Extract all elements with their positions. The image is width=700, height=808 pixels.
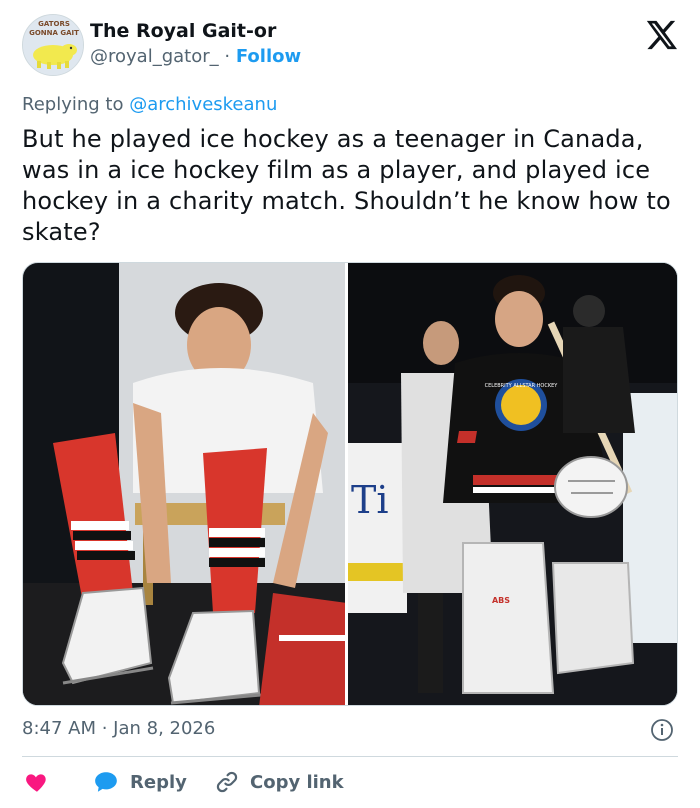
tweet-header: GATORS GONNA GAIT The Royal Gait-or @roy… bbox=[22, 14, 680, 78]
copy-link-button[interactable]: Copy link bbox=[214, 766, 344, 798]
tweet-text: But he played ice hockey as a teenager i… bbox=[22, 125, 671, 246]
reply-label: Reply bbox=[130, 771, 187, 793]
media-illustration: Ti CELEBRITY ALLSTAR HOCKEY ABS bbox=[23, 263, 677, 705]
replying-to: Replying to @archiveskeanu bbox=[22, 94, 277, 115]
heart-icon bbox=[26, 774, 46, 792]
x-logo-icon[interactable] bbox=[644, 18, 678, 52]
name-block: The Royal Gait-or @royal_gator_ · Follow bbox=[90, 20, 301, 67]
tweet-actions: Reply Copy link bbox=[22, 766, 678, 798]
rink-sign-text: Ti bbox=[351, 478, 389, 522]
tweet-timestamp[interactable]: 8:47 AM · Jan 8, 2026 bbox=[22, 718, 215, 739]
avatar[interactable]: GATORS GONNA GAIT bbox=[22, 14, 84, 76]
avatar-text: GATORS GONNA GAIT bbox=[29, 20, 79, 37]
replying-prefix: Replying to bbox=[22, 94, 130, 115]
pad-text: ABS bbox=[492, 596, 510, 605]
reply-button[interactable]: Reply bbox=[92, 766, 187, 798]
follow-button[interactable]: Follow bbox=[236, 46, 301, 67]
copy-link-label: Copy link bbox=[250, 771, 344, 793]
reply-bubble-icon bbox=[95, 772, 117, 792]
separator: · bbox=[224, 46, 231, 67]
tweet-media[interactable]: Ti CELEBRITY ALLSTAR HOCKEY ABS bbox=[22, 262, 678, 706]
info-icon[interactable] bbox=[650, 718, 674, 742]
like-button[interactable] bbox=[24, 766, 50, 798]
replying-target-link[interactable]: @archiveskeanu bbox=[129, 94, 277, 115]
handle-line: @royal_gator_ · Follow bbox=[90, 46, 301, 67]
link-icon bbox=[216, 771, 238, 793]
jersey-text: CELEBRITY ALLSTAR HOCKEY bbox=[485, 383, 559, 389]
display-name[interactable]: The Royal Gait-or bbox=[90, 20, 301, 42]
handle[interactable]: @royal_gator_ bbox=[90, 46, 219, 67]
divider bbox=[22, 756, 678, 757]
